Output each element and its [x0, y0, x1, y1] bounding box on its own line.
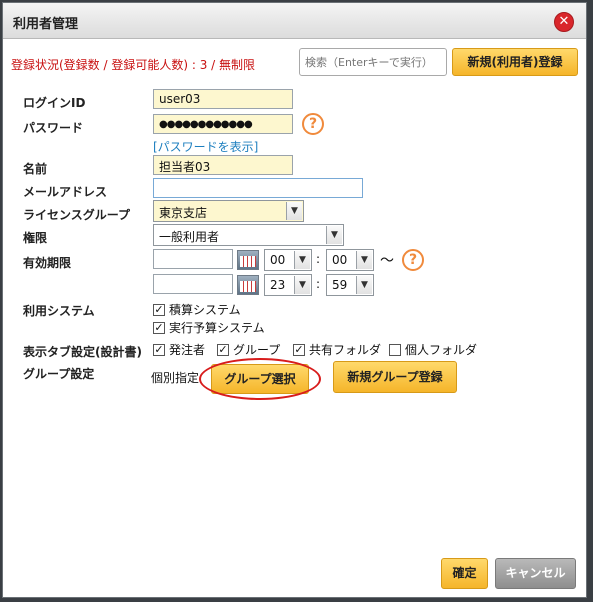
login-id-field[interactable]: user03	[153, 89, 293, 109]
systems-label: 利用システム	[23, 304, 95, 318]
tab-label-shared-folder: 共有フォルダ	[309, 343, 382, 357]
permission-label: 権限	[23, 231, 48, 245]
tab-checkbox-orderer[interactable]: ✓	[153, 344, 165, 356]
registration-status: 登録状況(登録数 / 登録可能人数) : 3 / 無制限	[11, 58, 256, 72]
email-label: メールアドレス	[23, 185, 108, 199]
permission-value: 一般利用者	[159, 230, 220, 244]
license-group-select[interactable]: 東京支店 ▼	[153, 200, 304, 222]
dialog-titlebar: 利用者管理 ✕	[3, 3, 586, 39]
system-checkbox-budget[interactable]: ✓	[153, 322, 165, 334]
validity-to-minute[interactable]: 59 ▼	[326, 274, 374, 296]
confirm-button[interactable]: 確定	[441, 558, 488, 589]
password-field[interactable]: ●●●●●●●●●●●●	[153, 114, 293, 134]
chevron-down-icon: ▼	[356, 276, 372, 294]
search-input[interactable]	[299, 48, 447, 76]
group-setting-label: グループ設定	[23, 367, 95, 381]
name-field[interactable]: 担当者03	[153, 155, 293, 175]
new-group-button[interactable]: 新規グループ登録	[333, 361, 457, 393]
user-management-dialog: 利用者管理 ✕ 登録状況(登録数 / 登録可能人数) : 3 / 無制限 新規(…	[2, 2, 587, 598]
display-tabs-label: 表示タブ設定(設計書)	[23, 345, 142, 359]
new-user-button[interactable]: 新規(利用者)登録	[452, 48, 578, 76]
range-tilde: 〜	[380, 253, 394, 269]
password-label: パスワード	[23, 121, 84, 135]
system-checkbox-estimation[interactable]: ✓	[153, 304, 165, 316]
tab-checkbox-personal-folder[interactable]	[389, 344, 401, 356]
chevron-down-icon: ▼	[326, 226, 342, 244]
highlight-ellipse	[199, 358, 321, 400]
permission-select[interactable]: 一般利用者 ▼	[153, 224, 344, 246]
chevron-down-icon: ▼	[286, 202, 302, 220]
help-icon[interactable]: ?	[402, 249, 424, 271]
group-mode-text: 個別指定	[151, 371, 200, 385]
name-label: 名前	[23, 162, 48, 176]
tab-label-orderer: 発注者	[169, 343, 206, 357]
calendar-icon[interactable]	[237, 275, 259, 295]
time-separator: :	[316, 277, 321, 291]
validity-label: 有効期限	[23, 256, 72, 270]
tab-label-group: グループ	[233, 343, 281, 357]
license-group-value: 東京支店	[159, 206, 208, 220]
tab-label-personal-folder: 個人フォルダ	[405, 343, 478, 357]
help-icon[interactable]: ?	[302, 113, 324, 135]
login-id-label: ログインID	[23, 96, 86, 110]
show-password-link[interactable]: [パスワードを表示]	[153, 138, 258, 155]
email-field[interactable]	[153, 178, 363, 198]
cancel-button[interactable]: キャンセル	[495, 558, 576, 589]
calendar-icon[interactable]	[237, 250, 259, 270]
system-label-estimation: 積算システム	[169, 303, 241, 317]
close-icon[interactable]: ✕	[554, 12, 574, 32]
system-label-budget: 実行予算システム	[169, 321, 265, 335]
validity-from-date[interactable]	[153, 249, 233, 269]
chevron-down-icon: ▼	[294, 276, 310, 294]
chevron-down-icon: ▼	[356, 251, 372, 269]
dialog-title: 利用者管理	[13, 17, 79, 32]
time-separator: :	[316, 252, 321, 266]
license-group-label: ライセンスグループ	[23, 208, 131, 222]
validity-from-hour[interactable]: 00 ▼	[264, 249, 312, 271]
validity-from-minute[interactable]: 00 ▼	[326, 249, 374, 271]
validity-to-date[interactable]	[153, 274, 233, 294]
chevron-down-icon: ▼	[294, 251, 310, 269]
tab-checkbox-group[interactable]: ✓	[217, 344, 229, 356]
tab-checkbox-shared-folder[interactable]: ✓	[293, 344, 305, 356]
validity-to-hour[interactable]: 23 ▼	[264, 274, 312, 296]
